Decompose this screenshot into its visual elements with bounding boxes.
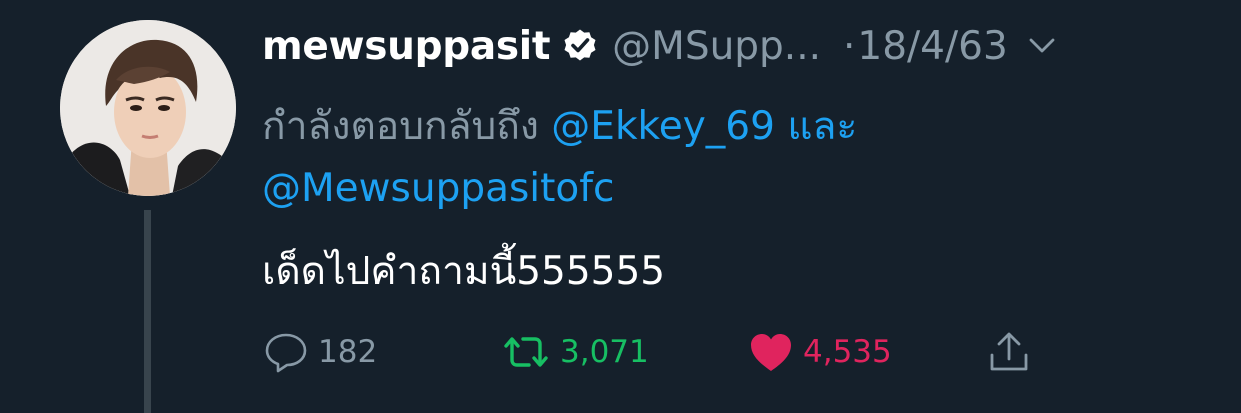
retweet-count: 3,071	[560, 334, 649, 370]
conjunction-text: และ	[787, 104, 858, 149]
retweet-icon	[500, 332, 552, 372]
thread-connector-line	[144, 210, 151, 413]
mention-link[interactable]: @Ekkey_69	[551, 104, 775, 149]
like-count: 4,535	[803, 334, 892, 370]
chevron-down-icon[interactable]	[1026, 30, 1058, 62]
tweet-date[interactable]: 18/4/63	[857, 24, 1007, 69]
separator-dot: ·	[843, 23, 856, 69]
heart-icon	[747, 330, 795, 374]
user-handle[interactable]: @MSupp...	[612, 24, 821, 69]
reply-context: กำลังตอบกลับถึง @Ekkey_69 และ @Mewsuppas…	[262, 96, 1162, 220]
retweet-button[interactable]: 3,071	[500, 326, 649, 378]
display-name[interactable]: mewsuppasit	[262, 24, 550, 69]
tweet-header: mewsuppasit @MSupp... · 18/4/63	[262, 18, 1202, 74]
verified-badge-icon	[562, 28, 598, 64]
reply-prefix: กำลังตอบกลับถึง	[262, 104, 539, 149]
tweet: mewsuppasit @MSupp... · 18/4/63 กำลังตอบ…	[0, 0, 1241, 413]
share-button[interactable]	[986, 326, 1032, 378]
share-icon	[986, 329, 1032, 375]
reply-count: 182	[318, 334, 378, 370]
reply-button[interactable]: 182	[262, 326, 377, 378]
tweet-actions: 182 3,071 4,535	[262, 326, 1162, 378]
mention-link[interactable]: @Mewsuppasitofc	[262, 166, 614, 211]
tweet-text: เด็ดไปคำถามนี้555555	[262, 249, 666, 294]
reply-bubble-icon	[262, 331, 310, 373]
avatar[interactable]	[60, 20, 236, 196]
like-button[interactable]: 4,535	[747, 326, 892, 378]
